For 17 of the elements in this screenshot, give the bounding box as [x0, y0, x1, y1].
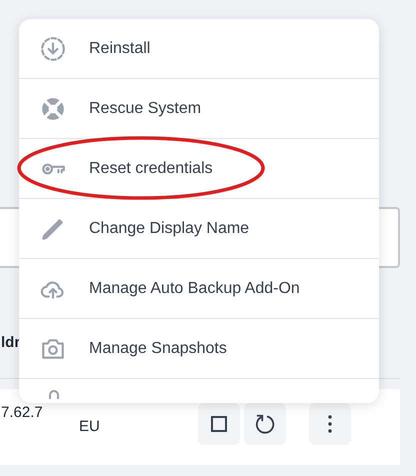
menu-item[interactable]: Reset credentials — [19, 139, 379, 199]
menu-item[interactable]: Manage Auto Backup Add-On — [19, 259, 379, 319]
table-cell-text: EU — [79, 417, 101, 437]
menu-item[interactable]: Manage Snapshots — [19, 319, 379, 379]
menu-item[interactable]: Rescue System — [19, 79, 379, 139]
more-vertical-icon — [328, 415, 332, 433]
download-circle-icon — [40, 36, 66, 62]
square-icon — [211, 416, 227, 432]
menu-item[interactable]: Change Display Name — [19, 199, 379, 259]
restart-button[interactable] — [244, 403, 286, 445]
table-cell-text: 7.62.7 — [0, 403, 44, 423]
stop-button[interactable] — [198, 403, 240, 445]
cut-off-icon — [49, 390, 59, 399]
lifebuoy-icon — [40, 96, 66, 122]
menu-item[interactable]: Reinstall — [19, 19, 379, 79]
column-header: ldr — [0, 333, 20, 353]
restart-icon — [254, 413, 276, 435]
